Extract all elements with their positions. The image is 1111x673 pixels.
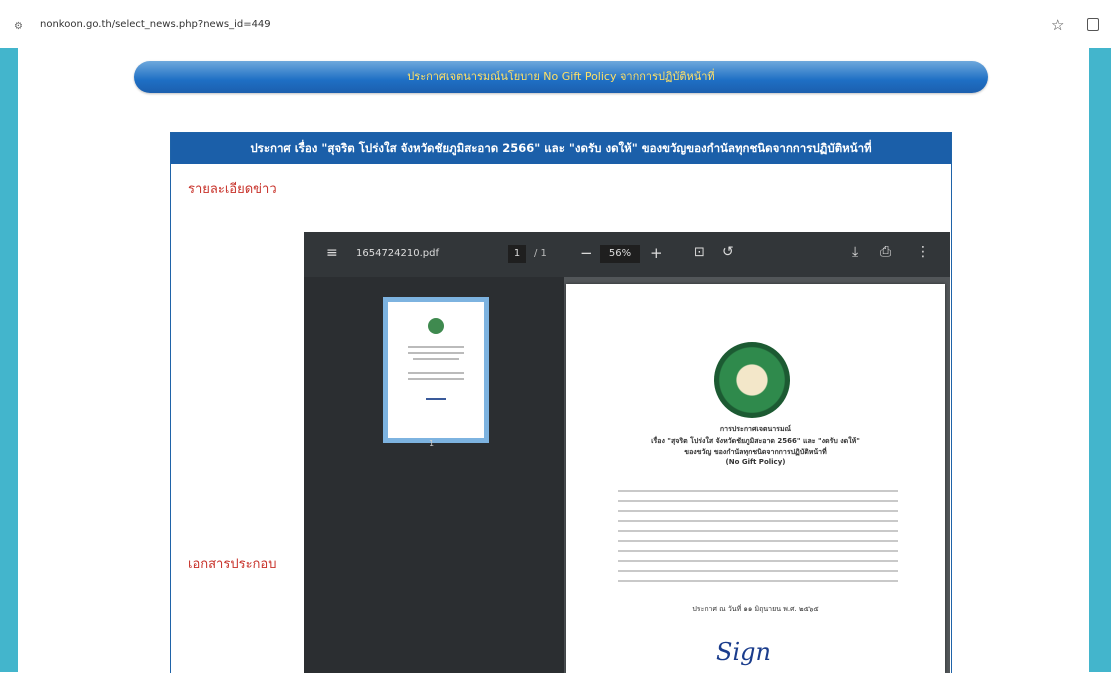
pdf-viewer[interactable]: ≡ 1654724210.pdf 1 / 1 − 56% + ⊡ ↺ ⤓ ⎙ ⋮ bbox=[304, 232, 950, 673]
doc-body-line bbox=[618, 490, 898, 492]
thumbnail-text-line bbox=[413, 358, 459, 360]
doc-body-line bbox=[618, 520, 898, 522]
attachments-label: เอกสารประกอบ bbox=[188, 557, 277, 572]
signature: Sign bbox=[716, 638, 771, 666]
doc-title-line1: เรื่อง "สุจริต โปร่งใส จังหวัดชัยภูมิสะอ… bbox=[651, 437, 860, 445]
zoom-out-button[interactable]: − bbox=[580, 244, 593, 262]
news-box: ประกาศ เรื่อง "สุจริต โปร่งใส จังหวัดชัย… bbox=[170, 132, 952, 673]
bookmark-star-icon[interactable]: ☆ bbox=[1051, 16, 1064, 34]
right-side-border bbox=[1089, 48, 1111, 672]
print-icon[interactable]: ⎙ bbox=[880, 244, 891, 260]
fit-page-icon[interactable]: ⊡ bbox=[694, 245, 705, 260]
doc-body-line bbox=[618, 580, 898, 582]
rotate-icon[interactable]: ↺ bbox=[722, 244, 734, 260]
pdf-filename: 1654724210.pdf bbox=[356, 248, 440, 259]
web-page: ประกาศเจตนารมณ์นโยบาย No Gift Policy จาก… bbox=[0, 48, 1111, 673]
doc-body-line bbox=[618, 550, 898, 552]
doc-body-line bbox=[618, 560, 898, 562]
pdf-toolbar: ≡ 1654724210.pdf 1 / 1 − 56% + ⊡ ↺ ⤓ ⎙ ⋮ bbox=[304, 232, 950, 277]
page-thumbnail[interactable] bbox=[383, 297, 489, 443]
doc-date: ประกาศ ณ วันที่ ๑๑ มิถุนายน พ.ศ. ๒๕๖๕ bbox=[692, 605, 819, 613]
thumbnail-text-line bbox=[408, 378, 464, 380]
menu-icon[interactable]: ≡ bbox=[326, 245, 338, 261]
thumbnail-text-line bbox=[408, 372, 464, 374]
thumbnail-text-line bbox=[408, 346, 464, 348]
doc-body-line bbox=[618, 510, 898, 512]
url-text[interactable]: nonkoon.go.th/select_news.php?news_id=44… bbox=[40, 19, 271, 30]
thumbnail-panel: 1 bbox=[304, 277, 564, 673]
zoom-in-button[interactable]: + bbox=[650, 244, 663, 262]
doc-body-line bbox=[618, 500, 898, 502]
details-label: รายละเอียดข่าว bbox=[188, 182, 277, 197]
total-pages: / 1 bbox=[534, 248, 547, 259]
document-page: การประกาศเจตนารมณ์ เรื่อง "สุจริต โปร่งใ… bbox=[566, 284, 945, 673]
news-header: ประกาศ เรื่อง "สุจริต โปร่งใส จังหวัดชัย… bbox=[171, 133, 951, 164]
thumbnail-text-line bbox=[408, 352, 464, 354]
thumbnail-page-number: 1 bbox=[429, 439, 435, 448]
doc-title-line2: ของขวัญ ของกำนัลทุกชนิดจากการปฏิบัติหน้า… bbox=[684, 448, 827, 456]
doc-body-line bbox=[618, 570, 898, 572]
doc-body-line bbox=[618, 540, 898, 542]
top-banner: ประกาศเจตนารมณ์นโยบาย No Gift Policy จาก… bbox=[134, 61, 988, 93]
doc-policy: (No Gift Policy) bbox=[725, 458, 786, 466]
left-side-border bbox=[0, 48, 18, 672]
more-options-icon[interactable]: ⋮ bbox=[916, 244, 930, 260]
browser-address-bar: ⚙ nonkoon.go.th/select_news.php?news_id=… bbox=[0, 0, 1111, 49]
zoom-level-input[interactable]: 56% bbox=[600, 245, 640, 263]
municipal-seal-icon bbox=[714, 342, 790, 418]
thumbnail-seal-icon bbox=[428, 318, 444, 334]
page-number-input[interactable]: 1 bbox=[508, 245, 526, 263]
site-info-icon[interactable]: ⚙ bbox=[14, 21, 23, 32]
download-icon[interactable]: ⤓ bbox=[852, 244, 858, 260]
thumbnail-signature bbox=[426, 398, 446, 400]
doc-body-line bbox=[618, 530, 898, 532]
doc-heading: การประกาศเจตนารมณ์ bbox=[719, 425, 792, 433]
extensions-icon[interactable] bbox=[1087, 18, 1099, 31]
